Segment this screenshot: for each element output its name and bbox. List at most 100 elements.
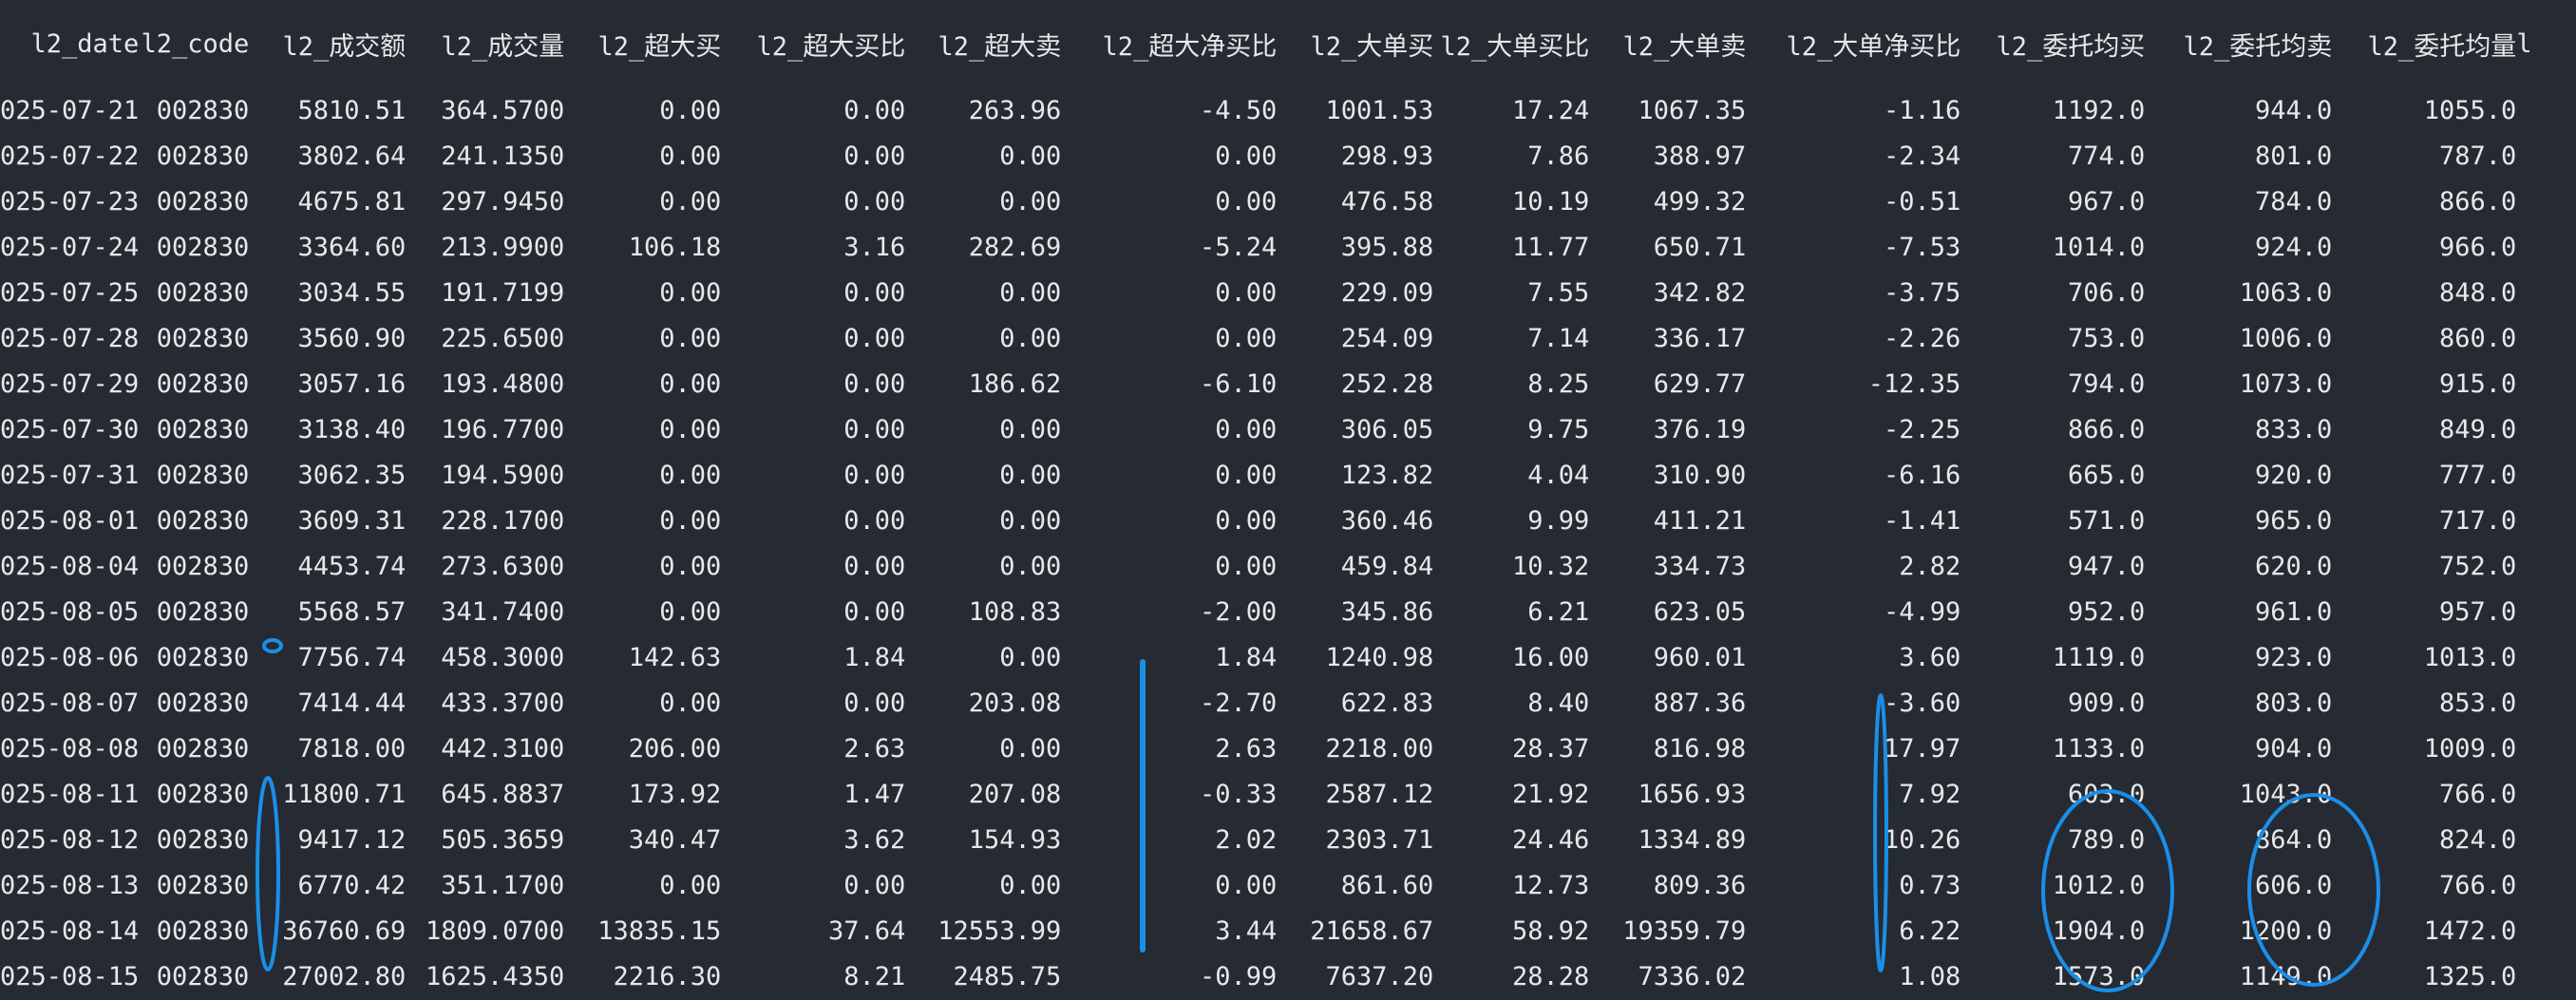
table-row: 025-07-21 002830 5810.51 364.5700 0.00 0.00 26… (0, 87, 2540, 133)
table-cell: 0.00 (999, 277, 1062, 308)
table-cell: 848.0 (2439, 277, 2517, 308)
table-cell: 1009.0 (2423, 733, 2517, 764)
table-cell: 025-08-14 (0, 915, 140, 946)
table-cell-clipped (2516, 133, 2540, 179)
table-cell: 173.92 (628, 779, 722, 809)
table-cell: 025-07-28 (0, 323, 140, 353)
table-cell: 388.97 (1653, 141, 1747, 171)
table-cell: 025-08-04 (0, 551, 140, 581)
table-cell: 499.32 (1653, 186, 1747, 217)
table-cell: 7.55 (1527, 277, 1590, 308)
table-cell: 025-08-15 (0, 961, 140, 991)
table-cell: 7414.44 (297, 688, 407, 718)
table-cell: 965.0 (2255, 505, 2333, 536)
table-cell: 225.6500 (441, 323, 565, 353)
table-cell: 960.01 (1653, 642, 1747, 672)
table-cell: 6.22 (1899, 915, 1961, 946)
table-row: 025-07-31 002830 3062.35 194.5900 0.00 0.00 0.… (0, 452, 2540, 498)
table-cell: 0.00 (659, 460, 722, 490)
table-cell: 967.0 (2068, 186, 2146, 217)
table-cell: 025-07-22 (0, 141, 140, 171)
table-cell: 10.32 (1512, 551, 1590, 581)
table-cell: 213.9900 (441, 232, 565, 262)
table-cell: -2.26 (1884, 323, 1961, 353)
table-cell: 0.00 (999, 551, 1062, 581)
table-cell: 1325.0 (2423, 961, 2517, 991)
table-cell: 0.00 (999, 186, 1062, 217)
table-cell: 252.28 (1340, 368, 1434, 399)
table-cell: -4.99 (1884, 596, 1961, 627)
table-cell: 002830 (156, 551, 250, 581)
table-cell: 923.0 (2255, 642, 2333, 672)
table-cell: 0.00 (659, 186, 722, 217)
table-cell: 025-08-06 (0, 642, 140, 672)
table-cell: 9.75 (1527, 414, 1590, 444)
table-cell: 0.00 (843, 186, 906, 217)
table-cell: 777.0 (2439, 460, 2517, 490)
table-cell: -5.24 (1200, 232, 1278, 262)
table-cell: 789.0 (2068, 824, 2146, 855)
table-cell: 0.00 (999, 505, 1062, 536)
table-cell: 002830 (156, 505, 250, 536)
table-cell: 24.46 (1512, 824, 1590, 855)
table-cell: 2485.75 (953, 961, 1062, 991)
table-cell: 0.00 (843, 688, 906, 718)
table-cell: 766.0 (2439, 779, 2517, 809)
table-cell: 8.25 (1527, 368, 1590, 399)
column-header-large-sell: l2_大单卖 (1622, 31, 1747, 62)
table-cell-clipped (2516, 817, 2540, 862)
table-cell: 0.00 (1215, 186, 1278, 217)
table-cell: -1.16 (1884, 95, 1961, 125)
table-cell: 12.73 (1512, 870, 1590, 900)
table-cell: 0.00 (999, 642, 1062, 672)
table-cell: 665.0 (2068, 460, 2146, 490)
table-cell: 6770.42 (297, 870, 407, 900)
table-row: 025-07-22 002830 3802.64 241.1350 0.00 0.00 0.… (0, 133, 2540, 179)
table-cell: 002830 (156, 368, 250, 399)
table-row: 025-08-15 002830 27002.80 1625.4350 2216.30 8… (0, 953, 2540, 999)
table-body: 025-07-21 002830 5810.51 364.5700 0.00 0.00 26… (0, 87, 2540, 999)
table-cell: 025-08-01 (0, 505, 140, 536)
table-cell: 310.90 (1653, 460, 1747, 490)
table-cell: 2.63 (1215, 733, 1278, 764)
table-cell: 1012.0 (2052, 870, 2146, 900)
table-cell: 794.0 (2068, 368, 2146, 399)
table-cell-clipped (2516, 771, 2540, 817)
table-cell: -2.25 (1884, 414, 1961, 444)
column-header-super-large-buy: l2_超大买 (597, 31, 722, 62)
table-cell: 0.00 (659, 505, 722, 536)
table-cell: 505.3659 (441, 824, 565, 855)
table-row: 025-07-30 002830 3138.40 196.7700 0.00 0.00 0.… (0, 406, 2540, 452)
table-cell-clipped (2516, 224, 2540, 270)
table-cell: 342.82 (1653, 277, 1747, 308)
table-cell: 1240.98 (1325, 642, 1434, 672)
table-cell: 58.92 (1512, 915, 1590, 946)
table-cell: 0.00 (1215, 870, 1278, 900)
table-cell: 025-07-21 (0, 95, 140, 125)
table-cell: 27002.80 (282, 961, 407, 991)
column-header-large-net-buy-ratio: l2_大单净买比 (1786, 31, 1961, 62)
table-cell: 025-07-29 (0, 368, 140, 399)
table-cell: 0.00 (843, 414, 906, 444)
table-cell: 12553.99 (938, 915, 1062, 946)
table-cell: 853.0 (2439, 688, 2517, 718)
table-row: 025-08-05 002830 5568.57 341.7400 0.00 0.00 10… (0, 589, 2540, 634)
table-cell: 0.00 (843, 596, 906, 627)
table-cell: 784.0 (2255, 186, 2333, 217)
table-cell: 002830 (156, 596, 250, 627)
table-cell: 3560.90 (297, 323, 407, 353)
column-header-volume: l2_成交量 (441, 31, 565, 62)
table-cell: 154.93 (968, 824, 1062, 855)
table-cell: 866.0 (2068, 414, 2146, 444)
table-cell-clipped (2516, 452, 2540, 498)
table-row: 025-07-24 002830 3364.60 213.9900 106.18 3.16… (0, 224, 2540, 270)
table-cell: 433.3700 (441, 688, 565, 718)
table-cell: 1904.0 (2052, 915, 2146, 946)
table-cell: 5568.57 (297, 596, 407, 627)
table-row: 025-08-07 002830 7414.44 433.3700 0.00 0.00 20… (0, 680, 2540, 726)
table-cell-clipped (2516, 634, 2540, 680)
table-cell: 1.84 (1215, 642, 1278, 672)
table-cell: 3.44 (1215, 915, 1278, 946)
table-cell: 306.05 (1340, 414, 1434, 444)
table-cell: -2.34 (1884, 141, 1961, 171)
